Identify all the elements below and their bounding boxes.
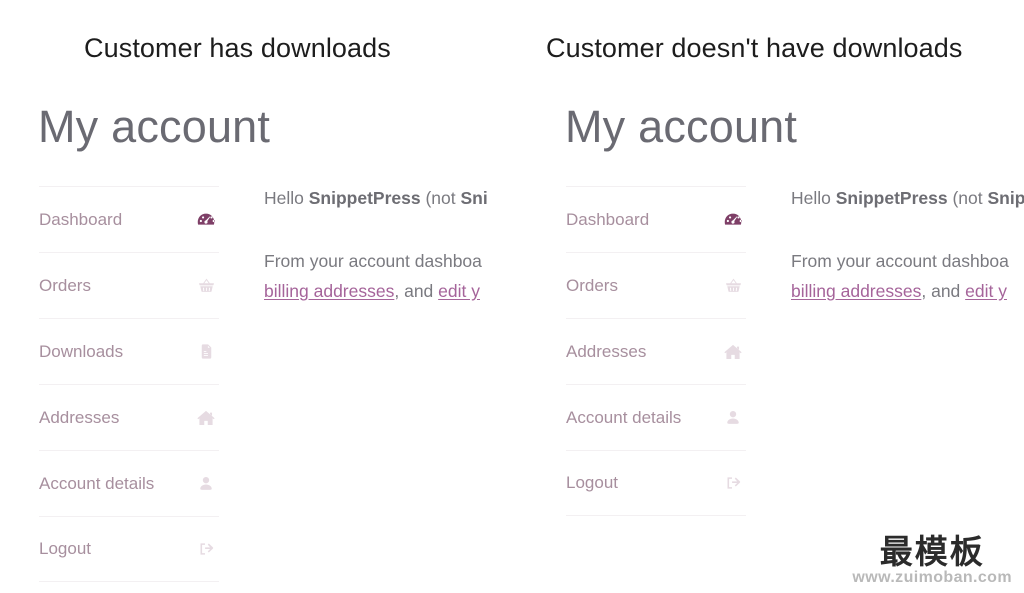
nav-item-label: Orders [39, 275, 91, 295]
link-edit-account[interactable]: edit y [965, 281, 1007, 301]
nav-item-label: Account details [566, 407, 682, 427]
nav-item-account-details[interactable]: Account details [566, 384, 746, 450]
watermark: 最模板 www.zuimoban.com [852, 536, 1012, 587]
basket-icon [721, 274, 745, 298]
greeting-prefix: Hello [791, 188, 836, 208]
nav-item-label: Account details [39, 473, 155, 493]
user-icon [721, 406, 745, 430]
nav-item-label: Logout [566, 473, 618, 492]
dashboard-paragraph-line1-left: From your account dashboa [264, 246, 498, 276]
nav-item-logout[interactable]: Logout [39, 516, 219, 582]
dashboard-paragraph-line2-right: billing addresses, and edit y [791, 276, 1024, 306]
greeting-middle: (not [420, 188, 461, 208]
greeting-username: SnippetPress [835, 188, 948, 208]
file-download-icon [194, 340, 218, 364]
dashboard-paragraph-line2-left: billing addresses, and edit y [264, 276, 498, 306]
nav-item-downloads[interactable]: Downloads [39, 318, 219, 384]
link-billing-addresses[interactable]: billing addresses [264, 281, 394, 301]
home-icon [721, 340, 745, 364]
paragraph-text: From your account dashboa [264, 251, 482, 271]
nav-item-label: Orders [566, 275, 618, 295]
nav-item-account-details[interactable]: Account details [39, 450, 219, 516]
nav-item-addresses[interactable]: Addresses [566, 318, 746, 384]
greeting-logout-link[interactable]: Sni [461, 188, 488, 208]
account-nav-left: Dashboard Orders Downloads Addresses Account… [39, 186, 219, 582]
home-icon [194, 406, 218, 430]
link-billing-addresses[interactable]: billing addresses [791, 281, 921, 301]
panel-with-downloads: My account Dashboard Orders Downloads Addre… [36, 95, 498, 593]
greeting-prefix: Hello [264, 188, 309, 208]
screenshot-canvas: Customer has downloads Customer doesn't … [0, 0, 1024, 593]
nav-item-orders[interactable]: Orders [39, 252, 219, 318]
nav-item-label: Addresses [566, 341, 647, 361]
paragraph-text: From your account dashboa [791, 251, 1009, 271]
user-icon [194, 472, 218, 496]
page-title-right: My account [565, 101, 798, 152]
watermark-url: www.zuimoban.com [852, 569, 1012, 586]
nav-item-orders[interactable]: Orders [566, 252, 746, 318]
link-edit-account[interactable]: edit y [438, 281, 480, 301]
page-title-left: My account [38, 101, 271, 152]
nav-item-logout[interactable]: Logout [566, 450, 746, 516]
nav-item-dashboard[interactable]: Dashboard [39, 186, 219, 252]
greeting-line-left: Hello SnippetPress (not Sni [264, 183, 498, 213]
caption-customer-has-downloads: Customer has downloads [84, 33, 391, 63]
paragraph-conjunction: , and [921, 281, 966, 301]
panel-without-downloads: My account Dashboard Orders Addresses Accou… [563, 95, 1024, 593]
greeting-line-right: Hello SnippetPress (not Snip [791, 183, 1024, 213]
account-content-right: Hello SnippetPress (not Snip From your a… [791, 183, 1024, 306]
watermark-logo-text: 最模板 [879, 535, 985, 572]
nav-item-label: Dashboard [39, 209, 123, 229]
speedometer-icon [194, 208, 218, 232]
paragraph-conjunction: , and [394, 281, 439, 301]
nav-item-label: Logout [39, 539, 91, 558]
sign-out-icon [721, 471, 745, 495]
nav-item-dashboard[interactable]: Dashboard [566, 186, 746, 252]
greeting-middle: (not [947, 188, 988, 208]
nav-item-label: Downloads [39, 341, 124, 361]
greeting-username: SnippetPress [308, 188, 421, 208]
nav-item-label: Addresses [39, 407, 120, 427]
greeting-logout-link[interactable]: Snip [988, 188, 1024, 208]
dashboard-paragraph-line1-right: From your account dashboa [791, 246, 1024, 276]
account-content-left: Hello SnippetPress (not Sni From your ac… [264, 183, 498, 306]
account-nav-right: Dashboard Orders Addresses Account details L… [566, 186, 746, 516]
speedometer-icon [721, 208, 745, 232]
nav-item-addresses[interactable]: Addresses [39, 384, 219, 450]
sign-out-icon [194, 537, 218, 561]
nav-item-label: Dashboard [566, 209, 650, 229]
caption-customer-no-downloads: Customer doesn't have downloads [546, 33, 963, 63]
basket-icon [194, 274, 218, 298]
